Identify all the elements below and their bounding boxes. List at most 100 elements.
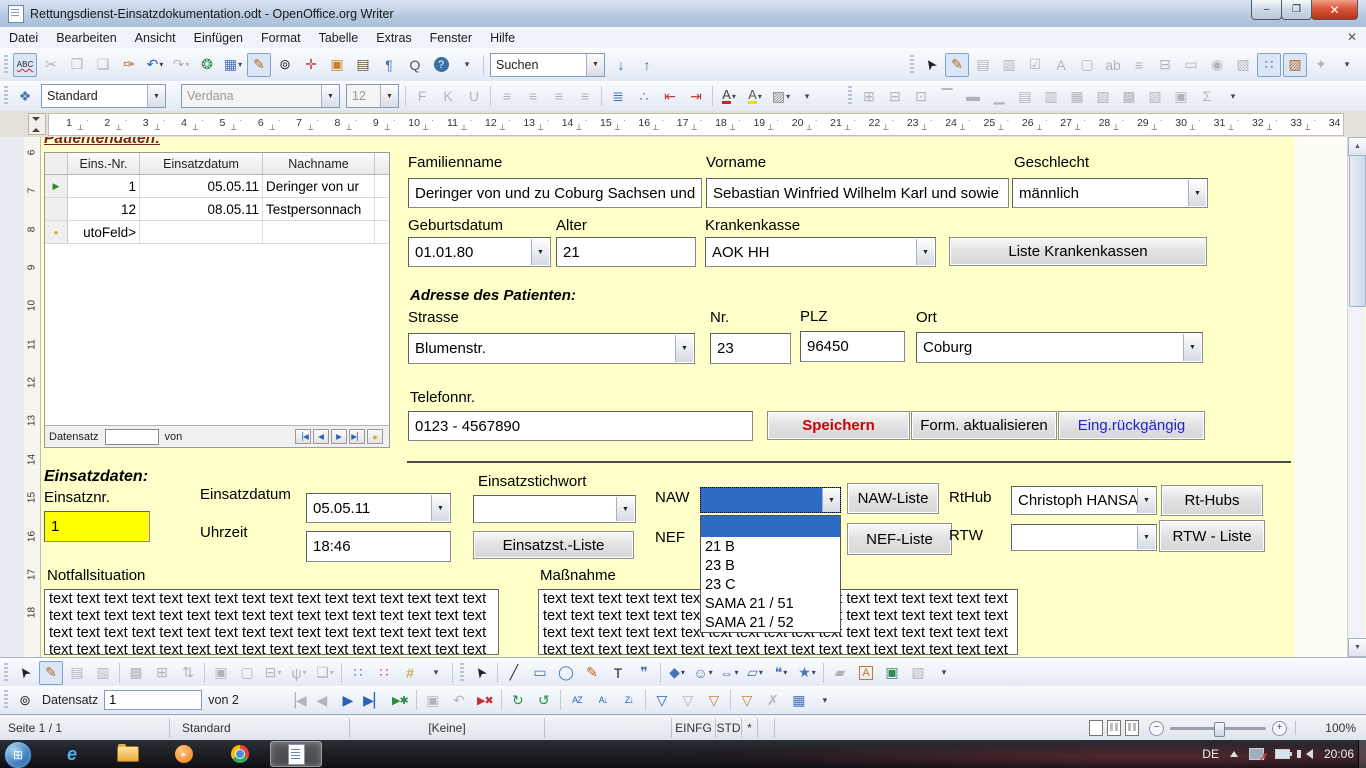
chevron-down-icon[interactable]: ▼: [431, 495, 449, 521]
callouts-icon[interactable]: ❞: [632, 661, 656, 685]
design-mode-icon[interactable]: ✎: [945, 53, 969, 77]
toolbar-handle[interactable]: [4, 663, 8, 683]
toolbar-more-icon[interactable]: ▾: [1221, 84, 1245, 108]
strasse-select[interactable]: Blumenstr.▼: [408, 333, 695, 364]
nr-input[interactable]: 23: [710, 333, 791, 364]
record-number-input[interactable]: [104, 690, 202, 710]
grid-cell[interactable]: utoFeld>: [68, 221, 140, 243]
menu-item-ansicht[interactable]: Ansicht: [126, 29, 185, 47]
ort-select[interactable]: Coburg▼: [916, 332, 1203, 363]
sort-icon[interactable]: AZ: [565, 688, 589, 712]
grid-cell[interactable]: 05.05.11: [140, 175, 263, 197]
geschlecht-select[interactable]: männlich▼: [1012, 178, 1208, 208]
grid-record-input[interactable]: [105, 429, 159, 445]
grid-last-record-icon[interactable]: ▶▏: [349, 429, 365, 444]
close-document-icon[interactable]: ✕: [1344, 30, 1360, 44]
grid-new-record-icon[interactable]: ●: [367, 429, 383, 444]
sort-descending-icon[interactable]: Z↓: [617, 688, 641, 712]
rectangle-icon[interactable]: ▭: [528, 661, 552, 685]
naw-option[interactable]: SAMA 21 / 52: [701, 613, 840, 632]
liste-krankenkassen-button[interactable]: Liste Krankenkassen: [949, 237, 1207, 266]
menu-item-tabelle[interactable]: Tabelle: [310, 29, 368, 47]
status-page[interactable]: Seite 1 / 1: [0, 718, 170, 738]
insert-table-icon[interactable]: ▦▾: [221, 53, 245, 77]
chevron-down-icon[interactable]: ▼: [822, 488, 840, 512]
auto-filter-icon[interactable]: ▽: [650, 688, 674, 712]
grid-first-record-icon[interactable]: ▕◀: [295, 429, 311, 444]
speichern-button[interactable]: Speichern: [767, 411, 910, 440]
freeform-line-icon[interactable]: ✎: [580, 661, 604, 685]
select-icon[interactable]: ➤: [13, 661, 37, 685]
alter-input[interactable]: 21: [556, 237, 696, 267]
select-icon[interactable]: ➤: [919, 53, 943, 77]
taskbar-item-media-player[interactable]: ▸: [158, 741, 210, 767]
grid-previous-record-icon[interactable]: ◀: [313, 429, 329, 444]
guides-when-moving-icon[interactable]: #: [398, 661, 422, 685]
scrollbar-thumb[interactable]: [1349, 155, 1366, 307]
hyperlink-icon[interactable]: ❂: [195, 53, 219, 77]
find-next-icon[interactable]: ↓: [609, 53, 633, 77]
uhrzeit-input[interactable]: 18:46: [306, 531, 451, 562]
toolbar-handle[interactable]: [4, 55, 8, 75]
tray-expand-icon[interactable]: [1230, 751, 1238, 757]
rtw-select[interactable]: ▼: [1011, 524, 1157, 551]
plz-input[interactable]: 96450: [800, 331, 905, 362]
einsatzstichwort-select[interactable]: ▼: [473, 495, 636, 523]
multi-page-view-icon[interactable]: [1107, 720, 1121, 736]
naw-liste-button[interactable]: NAW-Liste: [847, 483, 939, 514]
basic-shapes-icon[interactable]: ◆▾: [665, 661, 689, 685]
grid-row-selector[interactable]: [45, 198, 68, 220]
grid-column-header[interactable]: Nachname: [263, 153, 375, 174]
filter-navigation-icon[interactable]: ▽: [735, 688, 759, 712]
symbol-shapes-icon[interactable]: ☺▾: [691, 661, 715, 685]
callout-shapes-icon[interactable]: ❝▾: [769, 661, 793, 685]
vertical-ruler[interactable]: 6789101112131415161718: [24, 137, 41, 657]
minimize-button[interactable]: –: [1251, 0, 1282, 20]
grid-row-selector[interactable]: ●: [45, 221, 68, 243]
show-desktop-button[interactable]: [1358, 740, 1366, 768]
format-paintbrush-icon[interactable]: ✑: [117, 53, 141, 77]
menu-item-einfgen[interactable]: Einfügen: [185, 29, 252, 47]
notfallsituation-textarea[interactable]: text text text text text text text text …: [44, 589, 499, 655]
single-page-view-icon[interactable]: [1089, 720, 1103, 736]
next-record-icon[interactable]: ▶: [336, 688, 360, 712]
menu-item-format[interactable]: Format: [252, 29, 310, 47]
grid-corner[interactable]: [45, 153, 68, 174]
patient-record-grid[interactable]: Eins.-Nr.EinsatzdatumNachname ▶105.05.11…: [44, 152, 390, 448]
text-icon[interactable]: T: [606, 661, 630, 685]
table-row[interactable]: ●utoFeld>: [45, 221, 389, 244]
bullets-icon[interactable]: ∴: [632, 84, 656, 108]
status-page-style[interactable]: Standard: [170, 718, 350, 738]
numbering-icon[interactable]: ≣: [606, 84, 630, 108]
status-selection-mode[interactable]: STD: [716, 718, 742, 738]
title-bar[interactable]: Rettungsdienst-Einsatzdokumentation.odt …: [0, 0, 1366, 28]
grid-row-selector[interactable]: ▶: [45, 175, 68, 197]
toolbar-handle[interactable]: [910, 55, 914, 75]
chevron-down-icon[interactable]: ▼: [1137, 488, 1155, 513]
close-button[interactable]: ✕: [1311, 0, 1358, 20]
display-grid-icon[interactable]: ∷: [1257, 53, 1281, 77]
network-status-icon[interactable]: [1249, 748, 1264, 760]
toolbar-handle[interactable]: [848, 86, 852, 106]
design-mode-icon[interactable]: ✎: [39, 661, 63, 685]
status-language[interactable]: [Keine]: [350, 718, 545, 738]
familienname-input[interactable]: Deringer von und zu Coburg Sachsen und: [408, 178, 702, 208]
from-file-icon[interactable]: ▣: [880, 661, 904, 685]
toolbar-more-icon[interactable]: ▾: [424, 661, 448, 685]
help-icon[interactable]: ?: [429, 53, 453, 77]
rtw-liste-button[interactable]: RTW - Liste: [1159, 520, 1265, 552]
toolbar-more-icon[interactable]: ▾: [813, 688, 837, 712]
zoom-in-icon[interactable]: +: [1272, 721, 1287, 736]
scroll-up-icon[interactable]: ▲: [1348, 137, 1366, 156]
new-record-icon[interactable]: ▶✱: [388, 688, 412, 712]
flowchart-icon[interactable]: ▱▾: [743, 661, 767, 685]
toolbar-more-icon[interactable]: ▾: [1335, 53, 1359, 77]
chevron-down-icon[interactable]: ▼: [586, 54, 604, 76]
grid-next-record-icon[interactable]: ▶: [331, 429, 347, 444]
status-insert-mode[interactable]: EINFG: [672, 718, 716, 738]
form-aktualisieren-button[interactable]: Form. aktualisieren: [911, 411, 1057, 440]
font-color-icon[interactable]: A▾: [717, 84, 741, 108]
gallery-icon[interactable]: ▣: [325, 53, 349, 77]
tab-type-selector[interactable]: [28, 113, 46, 135]
delete-record-icon[interactable]: ▶✖: [473, 688, 497, 712]
